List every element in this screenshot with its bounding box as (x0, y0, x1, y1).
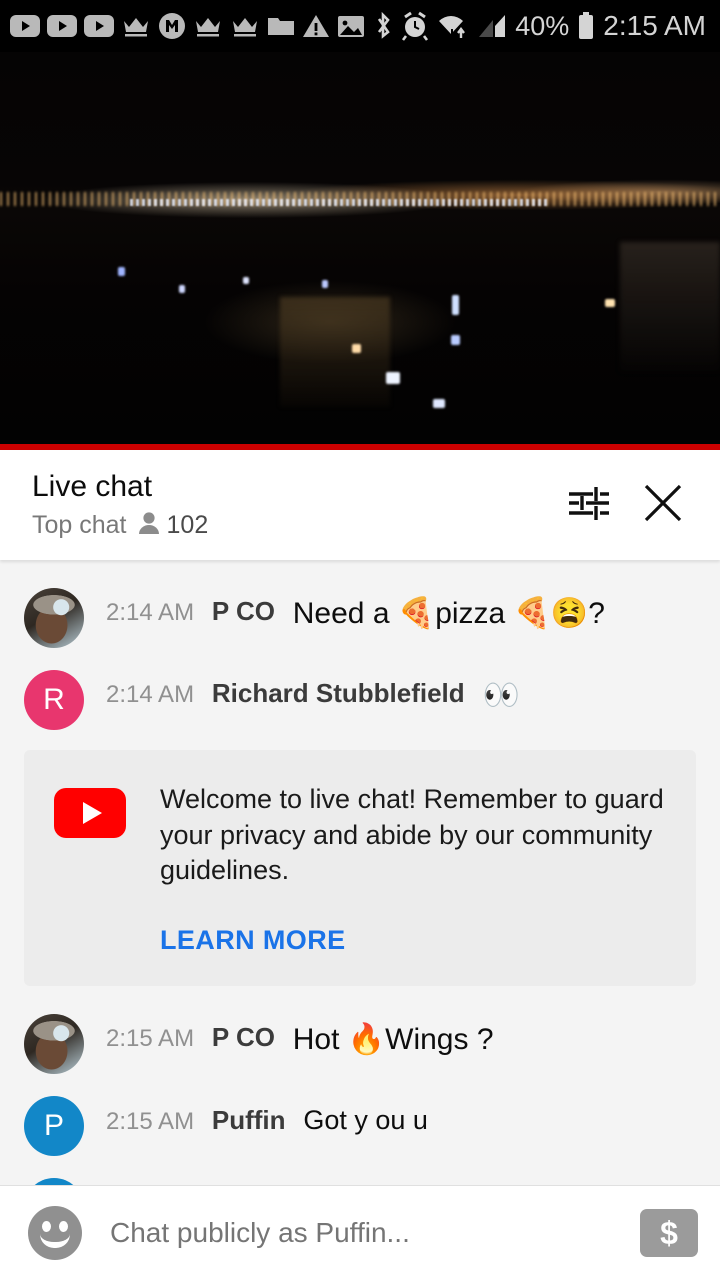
page-title: Live chat (32, 469, 153, 503)
crown-icon (193, 14, 223, 38)
building-silhouette-right (620, 242, 720, 372)
person-icon (137, 510, 161, 541)
message-timestamp: 2:14 AM (106, 681, 195, 708)
message-text: Hot 🔥Wings ? (292, 1022, 494, 1056)
folder-icon (267, 14, 295, 38)
message-timestamp: 2:14 AM (106, 599, 195, 626)
chat-filter-button[interactable] (552, 468, 626, 542)
play-triangle-icon (82, 802, 102, 824)
chat-mode-label[interactable]: Top chat (32, 511, 127, 540)
status-bar-system-icons: 40% 2:15 AM (373, 10, 706, 42)
chat-message-body: 2:14 AM P CO Need a 🍕pizza 🍕😫? (106, 586, 696, 635)
avatar-letter: R (43, 683, 65, 716)
emoji-smiley-icon[interactable] (28, 1206, 82, 1260)
youtube-icon (47, 15, 77, 37)
message-timestamp: 2:15 AM (106, 1107, 195, 1135)
signal-icon (477, 12, 507, 40)
alarm-icon (401, 11, 429, 41)
chat-header-titles: Live chat Top chat 102 (32, 469, 552, 541)
message-author[interactable]: Richard Stubblefield (212, 678, 465, 708)
building-silhouette (280, 297, 390, 407)
close-icon (641, 481, 685, 530)
super-chat-label: $ (660, 1214, 678, 1251)
avatar[interactable] (24, 588, 84, 648)
viewer-count: 102 (137, 510, 209, 541)
viewer-count-label: 102 (166, 511, 209, 540)
crown-icon (121, 14, 151, 38)
chat-message-body: 2:15 AM Puffin caught you bitch (106, 1176, 696, 1185)
live-chat-welcome-notice: Welcome to live chat! Remember to guard … (24, 750, 696, 986)
message-timestamp: 2:15 AM (106, 1024, 195, 1052)
city-lights-bright (130, 199, 550, 206)
m-badge-icon (158, 12, 186, 40)
chat-message[interactable]: R 2:14 AM Richard Stubblefield 👀 (0, 658, 720, 740)
status-bar: 40% 2:15 AM (0, 0, 720, 52)
youtube-icon (10, 15, 40, 37)
message-author[interactable]: P CO (212, 596, 275, 626)
chat-input[interactable] (110, 1217, 640, 1249)
crown-icon (230, 14, 260, 38)
chat-message[interactable]: P 2:15 AM Puffin Got y ou u (0, 1084, 720, 1166)
avatar[interactable]: R (24, 670, 84, 730)
chat-message[interactable]: P 2:15 AM Puffin caught you bitch (0, 1166, 720, 1185)
chat-message[interactable]: 2:15 AM P CO Hot 🔥Wings ? (0, 1002, 720, 1084)
avatar-letter: P (43, 1108, 64, 1142)
battery-percent-label: 40% (515, 10, 570, 41)
message-author[interactable]: P CO (212, 1022, 275, 1052)
phone-screen: 40% 2:15 AM Live chat Top chat 102 2:14 … (0, 0, 720, 1280)
chat-message-list[interactable]: 2:14 AM P CO Need a 🍕pizza 🍕😫? R 2:14 AM… (0, 560, 720, 1185)
notice-body: Welcome to live chat! Remember to guard … (160, 782, 666, 956)
chat-message-body: 2:15 AM P CO Hot 🔥Wings ? (106, 1012, 696, 1061)
wifi-icon (437, 12, 469, 40)
chat-header-subtitle-row: Top chat 102 (32, 510, 552, 541)
youtube-icon (84, 15, 114, 37)
learn-more-link[interactable]: LEARN MORE (160, 925, 666, 956)
avatar[interactable]: P (24, 1095, 84, 1156)
video-player[interactable] (0, 52, 720, 450)
message-author[interactable]: Puffin (212, 1105, 286, 1135)
chat-message-body: 2:15 AM Puffin Got y ou u (106, 1094, 696, 1138)
live-chat-header: Live chat Top chat 102 (0, 450, 720, 560)
warning-icon (302, 13, 330, 39)
image-icon (337, 14, 365, 39)
status-bar-notification-icons (10, 12, 373, 40)
avatar[interactable] (24, 1013, 84, 1074)
close-chat-button[interactable] (626, 468, 700, 542)
battery-icon (577, 11, 595, 41)
chat-input-bar: $ (0, 1185, 720, 1280)
super-chat-dollar-icon[interactable]: $ (640, 1209, 698, 1257)
message-text: Got y ou u (303, 1104, 428, 1135)
tune-icon (567, 483, 611, 528)
avatar[interactable]: P (24, 1177, 84, 1185)
clock-label: 2:15 AM (603, 10, 706, 41)
notice-text: Welcome to live chat! Remember to guard … (160, 784, 664, 886)
message-text: Need a 🍕pizza 🍕😫? (292, 597, 605, 630)
chat-message-body: 2:14 AM Richard Stubblefield 👀 (106, 668, 696, 717)
chat-message[interactable]: 2:14 AM P CO Need a 🍕pizza 🍕😫? (0, 576, 720, 658)
message-text: 👀 (482, 679, 520, 712)
youtube-logo-icon (54, 788, 126, 838)
bluetooth-icon (373, 11, 393, 41)
